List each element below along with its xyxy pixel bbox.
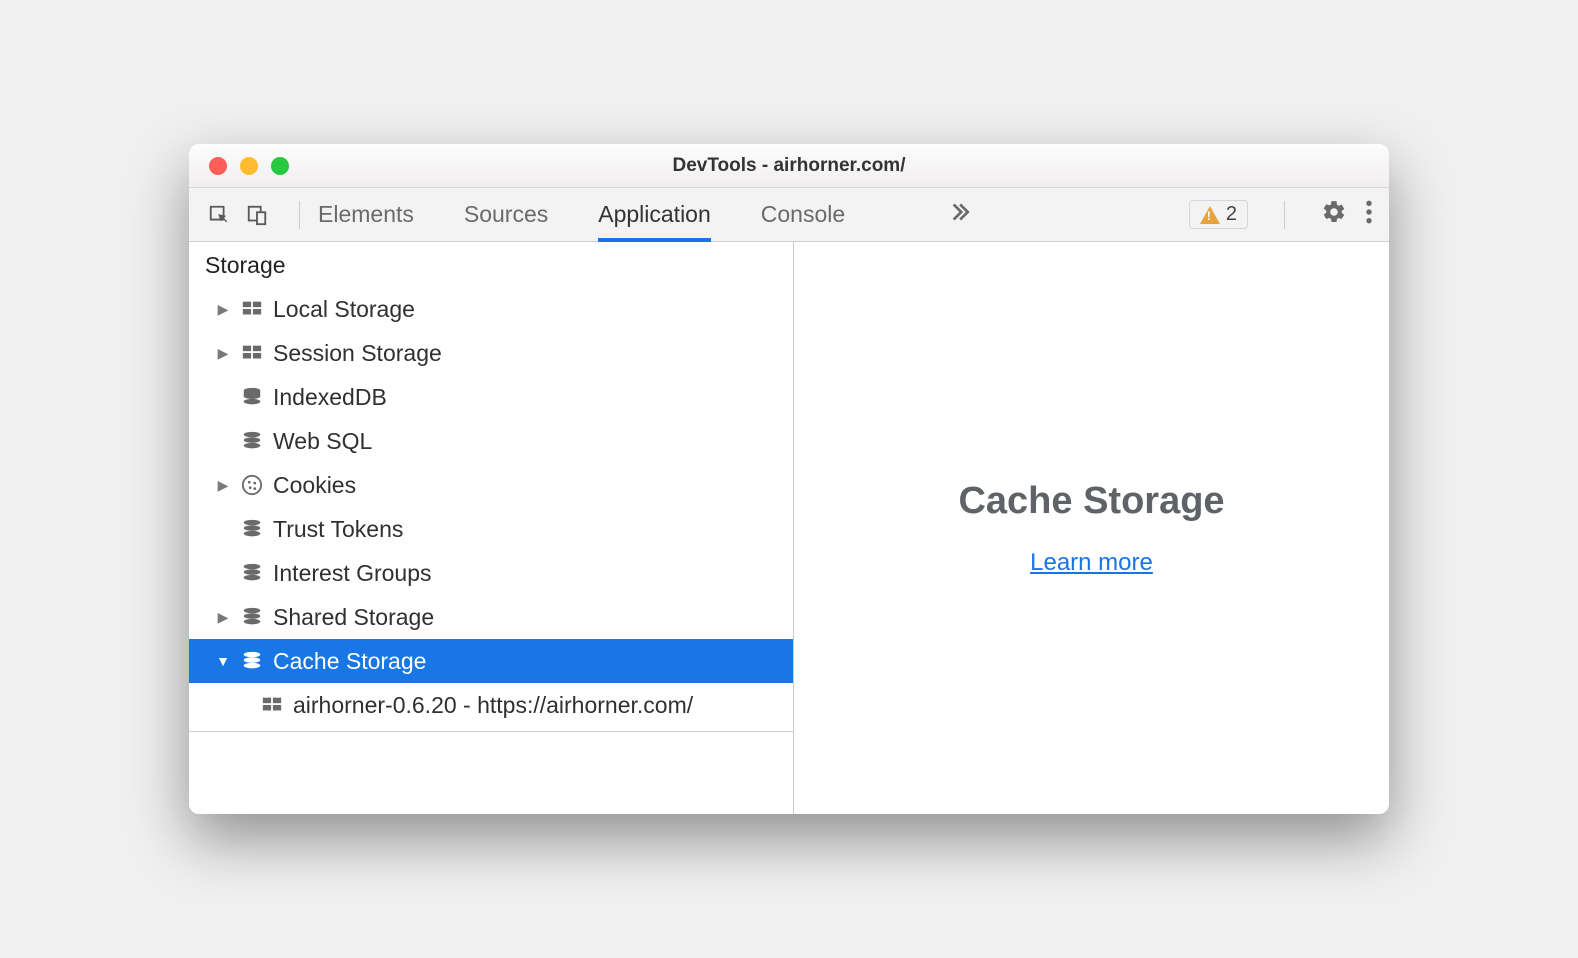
device-toggle-icon[interactable] bbox=[243, 201, 271, 229]
tab-console[interactable]: Console bbox=[761, 188, 845, 241]
grid-icon bbox=[239, 296, 265, 322]
sidebar-item-label: Trust Tokens bbox=[273, 516, 403, 543]
chevron-right-icon: ▶ bbox=[215, 609, 231, 626]
tab-sources[interactable]: Sources bbox=[464, 188, 548, 241]
sidebar-item-indexeddb[interactable]: ▶ IndexedDB bbox=[189, 375, 793, 419]
sidebar-item-label: Interest Groups bbox=[273, 560, 432, 587]
sidebar-item-cookies[interactable]: ▶ Cookies bbox=[189, 463, 793, 507]
sidebar-item-label: Local Storage bbox=[273, 296, 415, 323]
devtools-tabs: Elements Sources Application Console bbox=[318, 188, 971, 241]
warnings-count: 2 bbox=[1226, 203, 1237, 226]
toolbar-right: 2 bbox=[1189, 199, 1373, 230]
tab-elements[interactable]: Elements bbox=[318, 188, 414, 241]
sidebar-item-session-storage[interactable]: ▶ Session Storage bbox=[189, 331, 793, 375]
titlebar: DevTools - airhorner.com/ bbox=[189, 144, 1389, 188]
chevron-right-icon: ▶ bbox=[215, 301, 231, 318]
chevron-down-icon: ▼ bbox=[215, 653, 231, 669]
sidebar-item-websql[interactable]: ▶ Web SQL bbox=[189, 419, 793, 463]
sidebar-item-trust-tokens[interactable]: ▶ Trust Tokens bbox=[189, 507, 793, 551]
application-sidebar: Storage ▶ Local Storage ▶ Session Storag… bbox=[189, 242, 794, 814]
sidebar-footer-divider bbox=[189, 731, 793, 732]
database-icon bbox=[239, 384, 265, 410]
sidebar-section-storage: Storage bbox=[189, 242, 793, 287]
main-detail-pane: Cache Storage Learn more bbox=[794, 242, 1389, 814]
sidebar-item-label: Web SQL bbox=[273, 428, 372, 455]
sidebar-item-label: Cache Storage bbox=[273, 648, 426, 675]
chevron-right-icon: ▶ bbox=[215, 345, 231, 362]
tab-application[interactable]: Application bbox=[598, 188, 711, 241]
database-icon bbox=[239, 516, 265, 542]
warning-icon bbox=[1200, 206, 1220, 224]
settings-icon[interactable] bbox=[1321, 199, 1347, 230]
sidebar-item-local-storage[interactable]: ▶ Local Storage bbox=[189, 287, 793, 331]
sidebar-item-cache-entry[interactable]: airhorner-0.6.20 - https://airhorner.com… bbox=[189, 683, 793, 727]
sidebar-item-interest-groups[interactable]: ▶ Interest Groups bbox=[189, 551, 793, 595]
sidebar-item-label: Shared Storage bbox=[273, 604, 434, 631]
devtools-toolbar: Elements Sources Application Console 2 bbox=[189, 188, 1389, 242]
content-area: Storage ▶ Local Storage ▶ Session Storag… bbox=[189, 242, 1389, 814]
more-tabs-icon[interactable] bbox=[945, 199, 971, 230]
sidebar-item-label: IndexedDB bbox=[273, 384, 387, 411]
sidebar-item-label: Session Storage bbox=[273, 340, 442, 367]
learn-more-link[interactable]: Learn more bbox=[1030, 549, 1153, 577]
grid-icon bbox=[239, 340, 265, 366]
database-icon bbox=[239, 648, 265, 674]
cookie-icon bbox=[239, 472, 265, 498]
database-icon bbox=[239, 428, 265, 454]
window-title: DevTools - airhorner.com/ bbox=[189, 155, 1389, 177]
sidebar-item-label: Cookies bbox=[273, 472, 356, 499]
devtools-window: DevTools - airhorner.com/ Elements Sourc… bbox=[189, 144, 1389, 814]
detail-title: Cache Storage bbox=[958, 480, 1224, 523]
warnings-badge[interactable]: 2 bbox=[1189, 200, 1248, 229]
chevron-right-icon: ▶ bbox=[215, 477, 231, 494]
inspect-element-icon[interactable] bbox=[205, 201, 233, 229]
database-icon bbox=[239, 560, 265, 586]
database-icon bbox=[239, 604, 265, 630]
sidebar-item-label: airhorner-0.6.20 - https://airhorner.com… bbox=[293, 692, 693, 719]
kebab-menu-icon[interactable] bbox=[1365, 199, 1373, 230]
sidebar-item-shared-storage[interactable]: ▶ Shared Storage bbox=[189, 595, 793, 639]
sidebar-item-cache-storage[interactable]: ▼ Cache Storage bbox=[189, 639, 793, 683]
toolbar-divider bbox=[1284, 201, 1285, 229]
toolbar-divider bbox=[299, 201, 300, 229]
grid-icon bbox=[259, 692, 285, 718]
